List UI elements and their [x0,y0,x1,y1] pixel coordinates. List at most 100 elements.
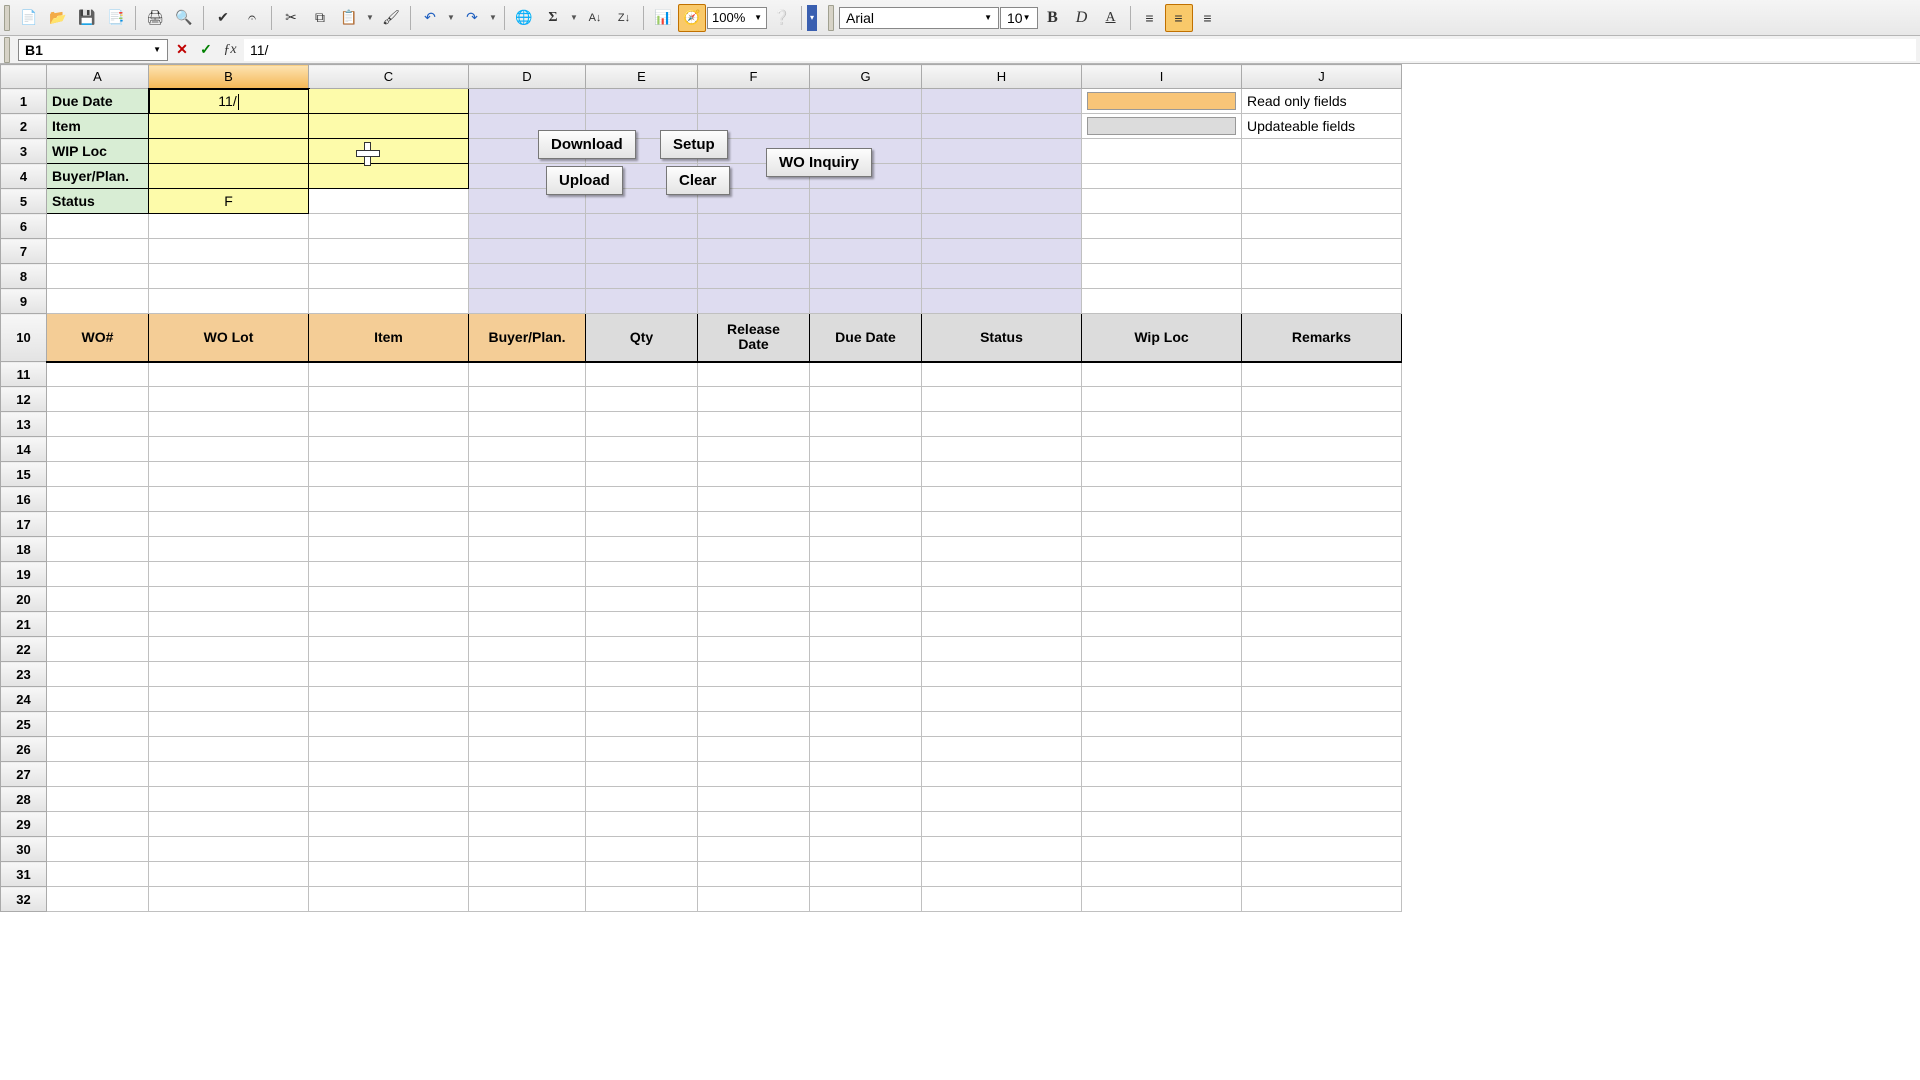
input-item-from[interactable] [149,114,309,139]
cell-B17[interactable] [149,512,309,537]
cell-J26[interactable] [1242,737,1402,762]
cell-D28[interactable] [469,787,586,812]
cell-B22[interactable] [149,637,309,662]
cell-J32[interactable] [1242,887,1402,912]
cell-B16[interactable] [149,487,309,512]
cell-J30[interactable] [1242,837,1402,862]
col-header-E[interactable]: E [586,65,698,89]
cell-E28[interactable] [586,787,698,812]
cell-A13[interactable] [47,412,149,437]
input-buyer-plan-from[interactable] [149,164,309,189]
cell-I17[interactable] [1082,512,1242,537]
cell-B12[interactable] [149,387,309,412]
col-header-J[interactable]: J [1242,65,1402,89]
sort-desc-icon[interactable]: Z↓ [610,4,638,32]
cell-C6[interactable] [309,214,469,239]
row-header-6[interactable]: 6 [1,214,47,239]
row-header-29[interactable]: 29 [1,812,47,837]
redo-dropdown[interactable]: ▼ [487,4,499,32]
cell-I28[interactable] [1082,787,1242,812]
cell-J31[interactable] [1242,862,1402,887]
cell-B20[interactable] [149,587,309,612]
cell-J13[interactable] [1242,412,1402,437]
align-left-icon[interactable]: ≡ [1136,4,1164,32]
cell-F9[interactable] [698,289,810,314]
cell-C25[interactable] [309,712,469,737]
cell-H17[interactable] [922,512,1082,537]
align-center-icon[interactable]: ≡ [1165,4,1193,32]
autospell-icon[interactable]: 𝄐 [238,4,266,32]
cell-B29[interactable] [149,812,309,837]
cell-A22[interactable] [47,637,149,662]
cell-H31[interactable] [922,862,1082,887]
row-header-24[interactable]: 24 [1,687,47,712]
cell-H6[interactable] [922,214,1082,239]
cell-I5[interactable] [1082,189,1242,214]
cell-E29[interactable] [586,812,698,837]
cell-F1[interactable] [698,89,810,114]
cell-G2[interactable] [810,114,922,139]
cell-I30[interactable] [1082,837,1242,862]
cell-F24[interactable] [698,687,810,712]
cell-H9[interactable] [922,289,1082,314]
name-box[interactable]: B1 ▼ [18,39,168,61]
cell-D31[interactable] [469,862,586,887]
cell-J18[interactable] [1242,537,1402,562]
row-header-8[interactable]: 8 [1,264,47,289]
cell-J15[interactable] [1242,462,1402,487]
cell-I15[interactable] [1082,462,1242,487]
cell-I12[interactable] [1082,387,1242,412]
cell-G12[interactable] [810,387,922,412]
cell-G15[interactable] [810,462,922,487]
cell-E18[interactable] [586,537,698,562]
cell-H12[interactable] [922,387,1082,412]
cell-D18[interactable] [469,537,586,562]
cell-B6[interactable] [149,214,309,239]
cell-B30[interactable] [149,837,309,862]
format-paint-icon[interactable]: 🖌 [377,4,405,32]
cell-D9[interactable] [469,289,586,314]
cell-J14[interactable] [1242,437,1402,462]
col-header-A[interactable]: A [47,65,149,89]
cell-G32[interactable] [810,887,922,912]
cell-H22[interactable] [922,637,1082,662]
cell-A8[interactable] [47,264,149,289]
cell-C19[interactable] [309,562,469,587]
select-all-corner[interactable] [1,65,47,89]
cell-I14[interactable] [1082,437,1242,462]
cell-F22[interactable] [698,637,810,662]
cell-J19[interactable] [1242,562,1402,587]
cell-D23[interactable] [469,662,586,687]
row-header-5[interactable]: 5 [1,189,47,214]
cell-E12[interactable] [586,387,698,412]
input-wip-loc-to[interactable] [309,139,469,164]
cell-H30[interactable] [922,837,1082,862]
cell-C7[interactable] [309,239,469,264]
cell-C5[interactable] [309,189,469,214]
cell-G23[interactable] [810,662,922,687]
cell-A27[interactable] [47,762,149,787]
cell-J25[interactable] [1242,712,1402,737]
cell-F6[interactable] [698,214,810,239]
cell-D27[interactable] [469,762,586,787]
cell-A28[interactable] [47,787,149,812]
chart-icon[interactable]: 📊 [649,4,677,32]
cell-H14[interactable] [922,437,1082,462]
cell-H1[interactable] [922,89,1082,114]
cell-D32[interactable] [469,887,586,912]
hyperlink-icon[interactable]: 🌐 [510,4,538,32]
cell-C15[interactable] [309,462,469,487]
cell-I16[interactable] [1082,487,1242,512]
cell-F7[interactable] [698,239,810,264]
cell-J20[interactable] [1242,587,1402,612]
cell-I3[interactable] [1082,139,1242,164]
cell-I7[interactable] [1082,239,1242,264]
cell-B26[interactable] [149,737,309,762]
cell-F20[interactable] [698,587,810,612]
cell-I11[interactable] [1082,362,1242,387]
cell-G1[interactable] [810,89,922,114]
cell-D24[interactable] [469,687,586,712]
cell-H20[interactable] [922,587,1082,612]
cell-B27[interactable] [149,762,309,787]
navigator-icon[interactable]: 🧭 [678,4,706,32]
